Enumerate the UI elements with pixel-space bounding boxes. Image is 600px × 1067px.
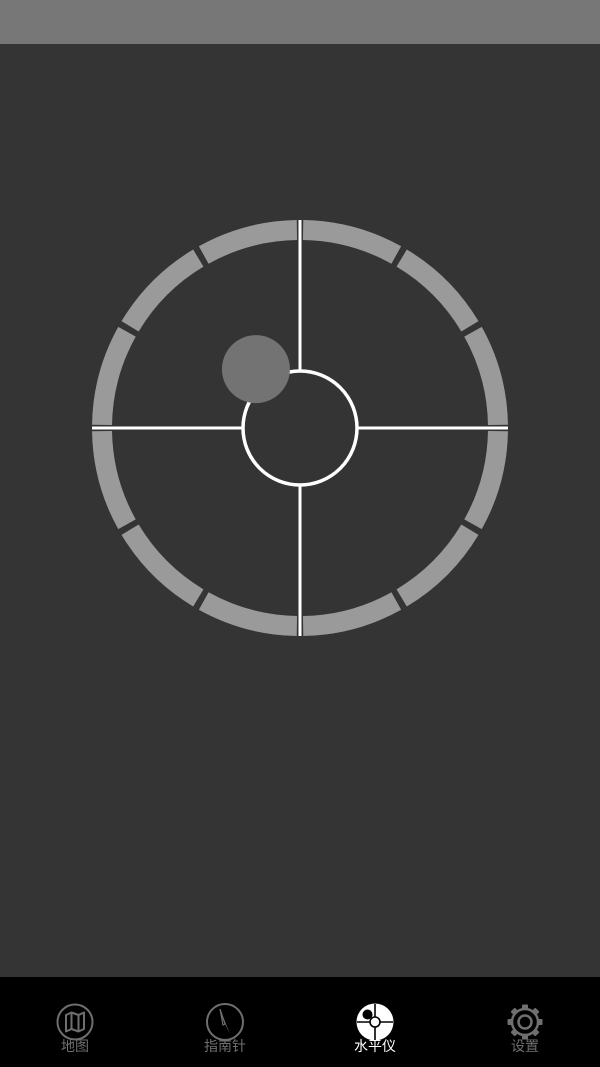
ring-segment [396, 524, 479, 607]
ring-segment [464, 326, 508, 426]
ring-segment [396, 249, 479, 332]
ring-segment [121, 524, 204, 607]
tab-compass-label: 指南针 [204, 1039, 246, 1055]
status-bar [0, 0, 600, 44]
spirit-level-icon [356, 1003, 394, 1041]
tab-compass[interactable]: 指南针 [150, 977, 300, 1067]
tab-map-label: 地图 [61, 1039, 89, 1055]
ring-segment [198, 220, 298, 264]
ring-segment [302, 592, 402, 636]
tab-bar: 地图 指南针 水平仪 设置 [0, 977, 600, 1067]
ring-segment [464, 430, 508, 530]
tab-map[interactable]: 地图 [0, 977, 150, 1067]
tab-level-label: 水平仪 [354, 1039, 396, 1055]
ring-segment [92, 430, 136, 530]
ring-segment [198, 592, 298, 636]
tab-level[interactable]: 水平仪 [300, 977, 450, 1067]
ring-segment [92, 326, 136, 426]
ring-segment [121, 249, 204, 332]
compass-icon [206, 1003, 244, 1041]
level-screen [0, 44, 600, 977]
tab-settings-label: 设置 [511, 1039, 539, 1055]
map-icon [56, 1003, 94, 1041]
gear-icon [507, 1004, 543, 1040]
level-bubble [221, 335, 290, 404]
spirit-level-dial [92, 220, 508, 636]
ring-segment [302, 220, 402, 264]
tab-settings[interactable]: 设置 [450, 977, 600, 1067]
